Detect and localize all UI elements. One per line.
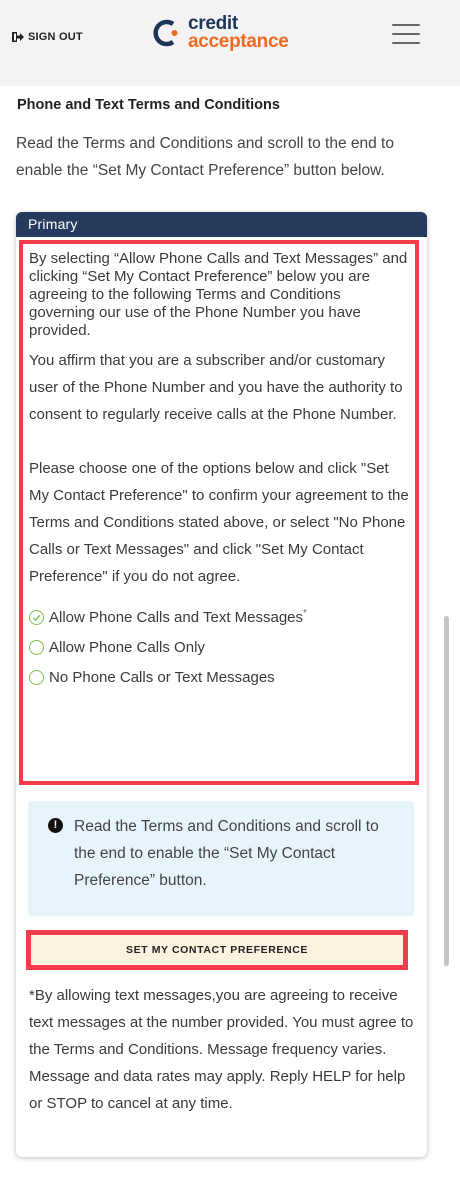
hamburger-menu-icon[interactable] [392,24,420,48]
terms-scroll-box[interactable]: By selecting “Allow Phone Calls and Text… [19,240,419,785]
logo-wordmark: credit acceptance [188,14,289,51]
sign-out-icon [12,32,24,42]
menu-bar [392,24,420,26]
radio-icon[interactable] [29,639,44,655]
menu-bar [392,42,420,44]
section-title: Phone and Text Terms and Conditions [17,97,280,113]
contact-preference-card: Primary By selecting “Allow Phone Calls … [16,212,427,1157]
option-label: No Phone Calls or Text Messages [49,668,275,686]
set-contact-preference-button[interactable]: SET MY CONTACT PREFERENCE [31,935,403,965]
logo-mark-icon [153,19,178,46]
top-header: SIGN OUT credit acceptance [0,0,460,86]
page: SIGN OUT credit acceptance Phone and Tex… [0,0,460,1180]
main-content: Phone and Text Terms and Conditions Read… [0,86,460,1180]
option-asterisk: * [303,608,307,619]
radio-checked-icon[interactable] [29,609,44,625]
sign-out-label: SIGN OUT [28,31,83,43]
logo-line-acceptance: acceptance [188,31,289,52]
button-highlight: SET MY CONTACT PREFERENCE [26,930,408,970]
instructions-text: Read the Terms and Conditions and scroll… [16,135,394,179]
notice-text: Read the Terms and Conditions and scroll… [74,818,379,889]
option-no-calls-or-texts[interactable]: No Phone Calls or Text Messages [29,662,409,692]
credit-acceptance-logo[interactable]: credit acceptance [150,14,289,51]
terms-paragraph: Please choose one of the options below a… [29,460,409,585]
page-scrollbar[interactable] [444,616,449,966]
terms-paragraph: You affirm that you are a subscriber and… [29,352,403,423]
menu-bar [392,33,420,35]
option-label: Allow Phone Calls Only [49,638,205,656]
card-header: Primary [16,212,427,237]
info-notice: ! Read the Terms and Conditions and scro… [28,801,414,916]
option-label: Allow Phone Calls and Text Messages* [49,608,307,626]
sign-out-link[interactable]: SIGN OUT [12,31,83,43]
info-icon: ! [48,818,63,833]
check-icon [32,614,41,621]
disclaimer-text: *By allowing text messages,you are agree… [29,987,414,1112]
terms-content: By selecting “Allow Phone Calls and Text… [23,244,415,692]
terms-paragraph: By selecting “Allow Phone Calls and Text… [29,250,408,339]
option-allow-calls-only[interactable]: Allow Phone Calls Only [29,632,409,662]
option-allow-calls-and-texts[interactable]: Allow Phone Calls and Text Messages* [29,602,409,632]
radio-icon[interactable] [29,669,44,685]
